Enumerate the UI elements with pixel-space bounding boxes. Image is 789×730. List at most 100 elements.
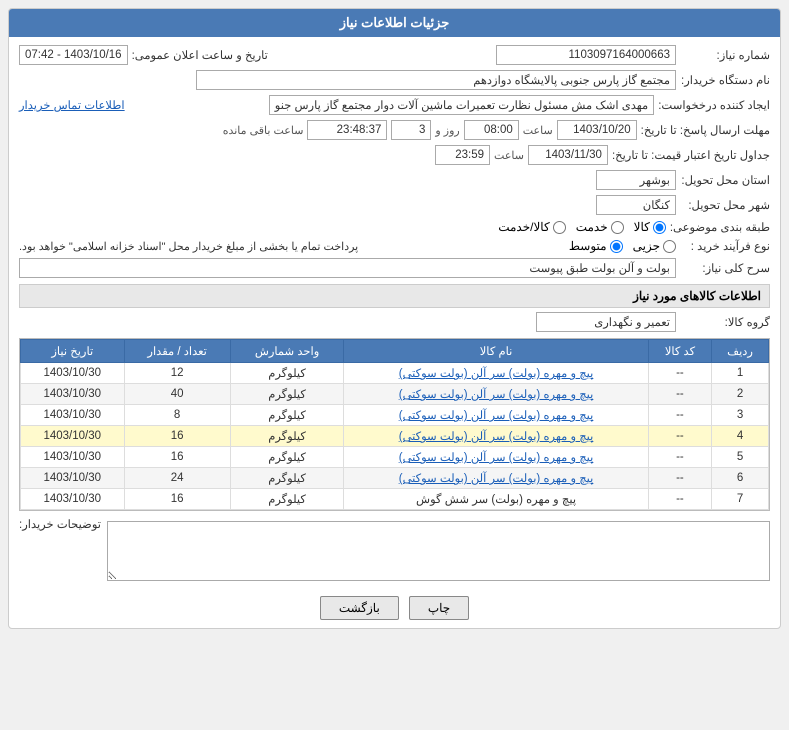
radio-jazee[interactable] xyxy=(663,240,676,253)
row-ostan: استان محل تحویل: بوشهر xyxy=(19,170,770,190)
notes-label: توضیحات خریدار: xyxy=(19,517,101,531)
cell-vahad: کیلوگرم xyxy=(230,363,344,384)
cell-radif: 3 xyxy=(712,405,769,426)
cell-tedad: 16 xyxy=(124,489,230,510)
mohlet-roz: 3 xyxy=(391,120,431,140)
cell-kod: -- xyxy=(648,384,711,405)
shomara-label: شماره نیاز: xyxy=(680,48,770,62)
table-row: 5 -- پیچ و مهره (بولت) سر آلن (بولت سوکت… xyxy=(21,447,769,468)
cell-tarikh: 1403/10/30 xyxy=(21,426,125,447)
cell-tedad: 40 xyxy=(124,384,230,405)
row-group-kala: گروه کالا: تعمیر و نگهداری xyxy=(19,312,770,332)
cell-kod: -- xyxy=(648,447,711,468)
th-kod: کد کالا xyxy=(648,340,711,363)
radio-kala-item: کالا xyxy=(634,220,666,234)
cell-tedad: 24 xyxy=(124,468,230,489)
cell-tarikh: 1403/10/30 xyxy=(21,489,125,510)
radio-motavvaset-item: متوسط xyxy=(569,239,623,253)
cell-vahad: کیلوگرم xyxy=(230,468,344,489)
cell-kod: -- xyxy=(648,426,711,447)
th-naam: نام کالا xyxy=(344,340,648,363)
radio-kala-khedmat-label: کالا/خدمت xyxy=(498,220,549,234)
radio-motavvaset-label: متوسط xyxy=(569,239,607,253)
mohlet-saat: 08:00 xyxy=(464,120,519,140)
cell-vahad: کیلوگرم xyxy=(230,384,344,405)
cell-kod: -- xyxy=(648,405,711,426)
cell-radif: 7 xyxy=(712,489,769,510)
ijad-label: ایجاد کننده درخخواست: xyxy=(658,98,770,112)
cell-kod: -- xyxy=(648,468,711,489)
info-section-title: اطلاعات کالاهای مورد نیاز xyxy=(19,284,770,308)
naam-dastgah-label: نام دستگاه خریدار: xyxy=(680,73,770,87)
cell-radif: 6 xyxy=(712,468,769,489)
tarikh-value: 1403/10/16 - 07:42 xyxy=(19,45,128,65)
panel-header: جزئیات اطلاعات نیاز xyxy=(9,9,780,37)
footer-buttons: چاپ بازگشت xyxy=(19,596,770,620)
group-kala-value: تعمیر و نگهداری xyxy=(536,312,676,332)
cell-tarikh: 1403/10/30 xyxy=(21,447,125,468)
cell-naam: پیچ و مهره (بولت) سر شش گوش xyxy=(344,489,648,510)
row-tabaqa: طبقه بندی موضوعی: کالا خدمت کالا/خدمت xyxy=(19,220,770,234)
jadval-label: جداول تاریخ اعتبار قیمت: تا تاریخ: xyxy=(612,148,770,162)
notes-textarea[interactable] xyxy=(107,521,770,581)
items-table: ردیف کد کالا نام کالا واحد شمارش تعداد /… xyxy=(20,339,769,510)
cell-tedad: 8 xyxy=(124,405,230,426)
row-farayand: نوع فرآیند خرید : جزیی متوسط پرداخت تمام… xyxy=(19,239,770,253)
row-shahr: شهر محل تحویل: کنگان xyxy=(19,195,770,215)
cell-vahad: کیلوگرم xyxy=(230,426,344,447)
radio-khedmat-item: خدمت xyxy=(576,220,624,234)
cell-tarikh: 1403/10/30 xyxy=(21,405,125,426)
cell-kod: -- xyxy=(648,489,711,510)
table-row: 3 -- پیچ و مهره (بولت) سر آلن (بولت سوکت… xyxy=(21,405,769,426)
tarikh-label: تاریخ و ساعت اعلان عمومی: xyxy=(132,48,268,62)
tabaqa-radio-group: کالا خدمت کالا/خدمت xyxy=(498,220,666,234)
cell-tedad: 16 xyxy=(124,426,230,447)
jadval-saat-label: ساعت xyxy=(494,149,524,162)
ettelaat-link[interactable]: اطلاعات تماس خریدار xyxy=(19,98,125,112)
tabaqa-label: طبقه بندی موضوعی: xyxy=(670,220,770,234)
cell-radif: 2 xyxy=(712,384,769,405)
cell-naam: پیچ و مهره (بولت) سر آلن (بولت سوکتی) xyxy=(344,468,648,489)
sarh-label: سرح کلی نیاز: xyxy=(680,261,770,275)
table-row: 6 -- پیچ و مهره (بولت) سر آلن (بولت سوکت… xyxy=(21,468,769,489)
jadval-saat: 23:59 xyxy=(435,145,490,165)
page-title: جزئیات اطلاعات نیاز xyxy=(340,15,450,30)
shomara-value: 1103097164000663 xyxy=(496,45,676,65)
row-mohlet: مهلت ارسال پاسخ: تا تاریخ: 1403/10/20 سا… xyxy=(19,120,770,140)
th-radif: ردیف xyxy=(712,340,769,363)
cell-tedad: 12 xyxy=(124,363,230,384)
farayand-radio-group: جزیی متوسط xyxy=(569,239,676,253)
cell-naam: پیچ و مهره (بولت) سر آلن (بولت سوکتی) xyxy=(344,426,648,447)
mande-label: ساعت باقی مانده xyxy=(223,124,304,137)
mohlet-label: مهلت ارسال پاسخ: تا تاریخ: xyxy=(641,123,770,137)
radio-kala[interactable] xyxy=(653,221,666,234)
th-tedad: تعداد / مقدار xyxy=(124,340,230,363)
cell-naam: پیچ و مهره (بولت) سر آلن (بولت سوکتی) xyxy=(344,363,648,384)
th-tarikh: تاریخ نیاز xyxy=(21,340,125,363)
row-shomara: شماره نیاز: 1103097164000663 تاریخ و ساع… xyxy=(19,45,770,65)
table-row: 7 -- پیچ و مهره (بولت) سر شش گوش کیلوگرم… xyxy=(21,489,769,510)
shahr-label: شهر محل تحویل: xyxy=(680,198,770,212)
mohlet-date: 1403/10/20 xyxy=(557,120,637,140)
print-button[interactable]: چاپ xyxy=(409,596,469,620)
ostan-label: استان محل تحویل: xyxy=(680,173,770,187)
cell-naam: پیچ و مهره (بولت) سر آلن (بولت سوکتی) xyxy=(344,384,648,405)
radio-kala-khedmat[interactable] xyxy=(553,221,566,234)
radio-kala-label: کالا xyxy=(634,220,650,234)
radio-kala-khedmat-item: کالا/خدمت xyxy=(498,220,565,234)
cell-vahad: کیلوگرم xyxy=(230,447,344,468)
table-row: 2 -- پیچ و مهره (بولت) سر آلن (بولت سوکت… xyxy=(21,384,769,405)
cell-radif: 4 xyxy=(712,426,769,447)
radio-motavvaset[interactable] xyxy=(610,240,623,253)
cell-vahad: کیلوگرم xyxy=(230,489,344,510)
table-row: 1 -- پیچ و مهره (بولت) سر آلن (بولت سوکت… xyxy=(21,363,769,384)
items-table-container: ردیف کد کالا نام کالا واحد شمارش تعداد /… xyxy=(19,338,770,511)
farayand-desc: پرداخت تمام یا بخشی از مبلغ خریدار محل "… xyxy=(19,240,358,253)
back-button[interactable]: بازگشت xyxy=(320,596,399,620)
notes-row: توضیحات خریدار: xyxy=(19,517,770,588)
radio-khedmat[interactable] xyxy=(611,221,624,234)
roz-label: روز و xyxy=(435,124,459,137)
cell-kod: -- xyxy=(648,363,711,384)
cell-vahad: کیلوگرم xyxy=(230,405,344,426)
row-sarh: سرح کلی نیاز: بولت و آلن بولت طبق پیوست xyxy=(19,258,770,278)
